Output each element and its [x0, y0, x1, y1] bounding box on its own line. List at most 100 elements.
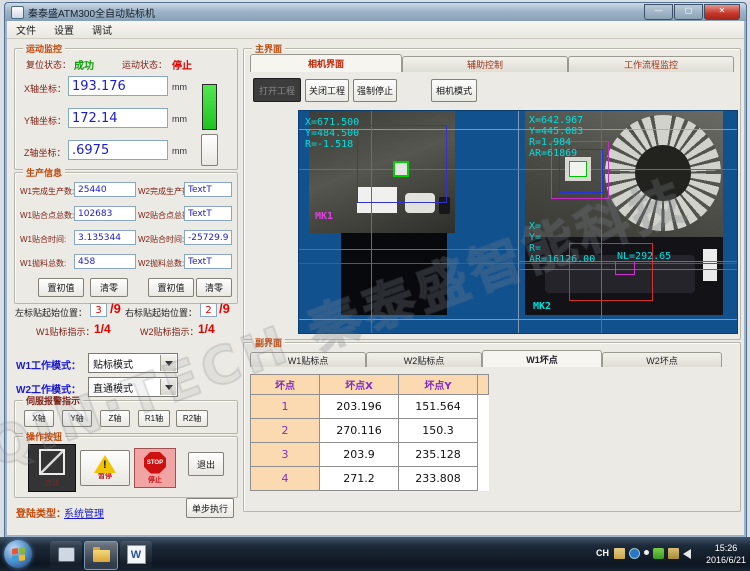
close-project-button[interactable]: 关闭工程 [305, 79, 349, 102]
axis-z-input[interactable] [68, 140, 168, 160]
axis-y-unit: mm [172, 114, 187, 124]
cell-y-1: 151.564 [399, 395, 478, 419]
camera3-white-part [703, 249, 717, 281]
w2-points-input[interactable] [184, 206, 232, 221]
stop-button[interactable]: STOP 停止 [134, 448, 176, 488]
taskbar: W CH 15:26 2016/6/21 [0, 537, 750, 571]
taskbar-explorer-icon[interactable] [84, 541, 118, 570]
servo-z-button[interactable]: Z轴 [100, 410, 130, 427]
force-stop-button[interactable]: 强制停止 [353, 79, 397, 102]
servo-r1-button[interactable]: R1轴 [138, 410, 170, 427]
menu-bar: 文件 设置 调试 [7, 21, 744, 39]
open-project-button[interactable]: 打开工程 [253, 78, 301, 102]
taskbar-app-icon[interactable] [50, 541, 82, 568]
menu-settings[interactable]: 设置 [45, 22, 83, 37]
green-status-bar [202, 84, 217, 130]
servo-x-button[interactable]: X轴 [24, 410, 54, 427]
taskbar-word-icon[interactable]: W [120, 541, 152, 568]
reset-status-label: 复位状态： [26, 58, 71, 71]
speaker-icon[interactable] [683, 549, 691, 559]
tab-w1-bad-points[interactable]: W1坏点 [482, 350, 602, 367]
tray-network-icon[interactable] [668, 548, 679, 559]
right-start-pos-input[interactable] [200, 303, 217, 317]
col-header-y: 坏点Y [399, 375, 478, 395]
tab-workflow[interactable]: 工作流程监控 [568, 56, 734, 72]
servo-y-button[interactable]: Y轴 [62, 410, 92, 427]
axis-y-label: Y轴坐标： [24, 114, 66, 127]
cell-point-1: 1 [251, 395, 320, 419]
pause-button[interactable]: ! 暂停 [80, 450, 130, 486]
axis-z-label: Z轴坐标： [24, 146, 66, 159]
w1-points-input[interactable] [74, 206, 136, 221]
w2-reject-input[interactable] [184, 254, 232, 269]
exit-button[interactable]: 退出 [188, 452, 224, 476]
cam1-overlay: X=671.500Y=484.500R=-1.518 [305, 117, 359, 150]
menu-file[interactable]: 文件 [7, 22, 45, 37]
close-button[interactable]: ✕ [704, 4, 740, 20]
tab-camera[interactable]: 相机界面 [250, 54, 402, 72]
cell-point-2: 2 [251, 419, 320, 443]
w1-reset-button[interactable]: 置初值 [38, 278, 84, 297]
w1-time-input[interactable] [74, 230, 136, 245]
w1-reject-input[interactable] [74, 254, 136, 269]
w1-mode-select[interactable]: 贴标模式 [88, 353, 178, 373]
w2-produced-input[interactable] [184, 182, 232, 197]
axis-x-input[interactable] [68, 76, 168, 96]
left-start-pos-input[interactable] [90, 303, 107, 317]
vertical-slider-button[interactable] [201, 134, 218, 166]
taskbar-clock[interactable]: 15:26 2016/6/21 [706, 542, 746, 566]
w2-mode-select[interactable]: 直通模式 [88, 377, 178, 397]
motion-group-title: 运动监控 [23, 44, 65, 54]
menu-debug[interactable]: 调试 [83, 22, 121, 37]
tray-folder-icon[interactable] [614, 548, 625, 559]
axis-y-input[interactable] [68, 108, 168, 128]
window-controls: — ▢ ✕ [644, 4, 740, 20]
left-start-pos-total: /9 [110, 301, 121, 316]
chevron-down-icon[interactable] [160, 355, 176, 371]
servo-r2-button[interactable]: R2轴 [176, 410, 208, 427]
chevron-down-icon[interactable] [160, 379, 176, 395]
cell-point-4: 4 [251, 467, 320, 491]
window-glyph-icon [58, 547, 75, 562]
login-type-value[interactable]: 系统管理 [64, 505, 104, 520]
single-step-button[interactable]: 单步执行 [186, 498, 234, 518]
w2-clear-button[interactable]: 清零 [196, 278, 232, 297]
start-button-orb[interactable] [4, 540, 32, 568]
stop-button-label: 停止 [148, 475, 162, 485]
tray-language-indicator[interactable]: CH [596, 548, 609, 558]
gear-ring-hole [635, 145, 691, 201]
left-start-pos-label: 左标贴起始位置： [15, 306, 87, 319]
camera-view: X=671.500Y=484.500R=-1.518 MK1 X=642.967… [298, 110, 738, 334]
w1-produced-input[interactable] [74, 182, 136, 197]
run-status-value: 停止 [172, 57, 192, 72]
start-button[interactable]: 启动 [28, 444, 76, 492]
camera1-lower-photo [341, 233, 447, 315]
run-status-label: 运动状态： [122, 58, 167, 71]
cam2-overlay: X=642.967Y=445.083R=1.984AR=61869 [529, 115, 583, 159]
tab-w1-label-points[interactable]: W1贴标点 [250, 352, 366, 367]
explorer-folder-icon [93, 550, 110, 562]
w2-reset-button[interactable]: 置初值 [148, 278, 194, 297]
roi-box-magenta-small [615, 261, 635, 275]
tray-dot-icon[interactable] [644, 550, 649, 555]
col-header-point: 坏点 [251, 375, 320, 395]
w2-reject-label: W2抛料总数: [138, 258, 184, 269]
tab-w2-label-points[interactable]: W2贴标点 [366, 352, 482, 367]
tab-w2-bad-points[interactable]: W2坏点 [602, 352, 722, 367]
maximize-button[interactable]: ▢ [674, 4, 703, 20]
table-row: 3 203.9 235.128 [251, 443, 489, 467]
minimize-button[interactable]: — [644, 4, 673, 20]
target-marker [393, 161, 409, 177]
tray-update-icon[interactable] [653, 548, 664, 559]
w2-time-input[interactable] [184, 230, 232, 245]
tray-info-icon[interactable] [629, 548, 640, 559]
title-bar[interactable]: 秦泰盛ATM300全自动贴标机 — ▢ ✕ [5, 3, 746, 21]
cell-x-2: 270.116 [320, 419, 399, 443]
start-icon [39, 449, 65, 475]
camera-mode-button[interactable]: 相机模式 [431, 79, 477, 102]
cam1-mark-label: MK1 [315, 211, 333, 222]
w1-clear-button[interactable]: 清零 [90, 278, 128, 297]
bad-points-table: 坏点 坏点X 坏点Y 1 203.196 151.564 2 270.116 1… [250, 374, 489, 491]
tab-aux-control[interactable]: 辅助控制 [402, 56, 568, 72]
w1-points-label: W1贴合点总数: [20, 210, 74, 221]
